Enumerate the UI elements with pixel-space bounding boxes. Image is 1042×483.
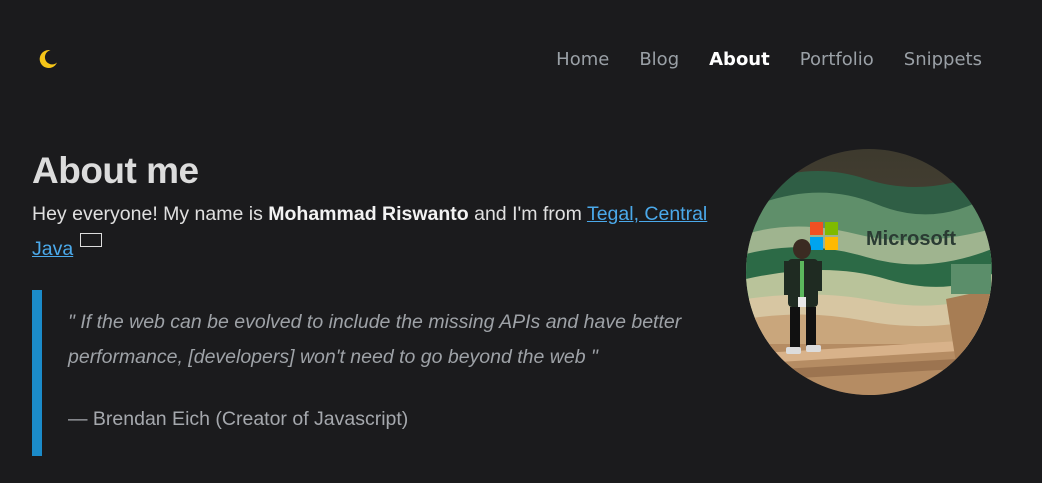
nav-blog[interactable]: Blog: [639, 49, 679, 71]
nav-home[interactable]: Home: [556, 49, 609, 71]
page-title: About me: [32, 150, 199, 191]
intro-middle: and I'm from: [468, 203, 587, 225]
quote-text: " If the web can be evolved to include t…: [68, 311, 682, 368]
author-name: Mohammad Riswanto: [268, 203, 469, 225]
nav-snippets[interactable]: Snippets: [904, 49, 982, 71]
nav-about[interactable]: About: [709, 49, 770, 71]
main-nav: Home Blog About Portfolio Snippets: [556, 49, 982, 71]
moon-icon[interactable]: [36, 47, 60, 71]
nav-portfolio[interactable]: Portfolio: [800, 49, 874, 71]
quote-block: " If the web can be evolved to include t…: [32, 290, 732, 456]
indonesia-flag-icon: [80, 233, 103, 247]
intro-prefix: Hey everyone! My name is: [32, 203, 269, 225]
profile-photo: Microsoft: [746, 149, 992, 395]
intro-paragraph: Hey everyone! My name is Mohammad Riswan…: [32, 197, 712, 267]
photo-sign-text: Microsoft: [866, 228, 956, 250]
quote-citation: — Brendan Eich (Creator of Javascript): [68, 408, 409, 430]
